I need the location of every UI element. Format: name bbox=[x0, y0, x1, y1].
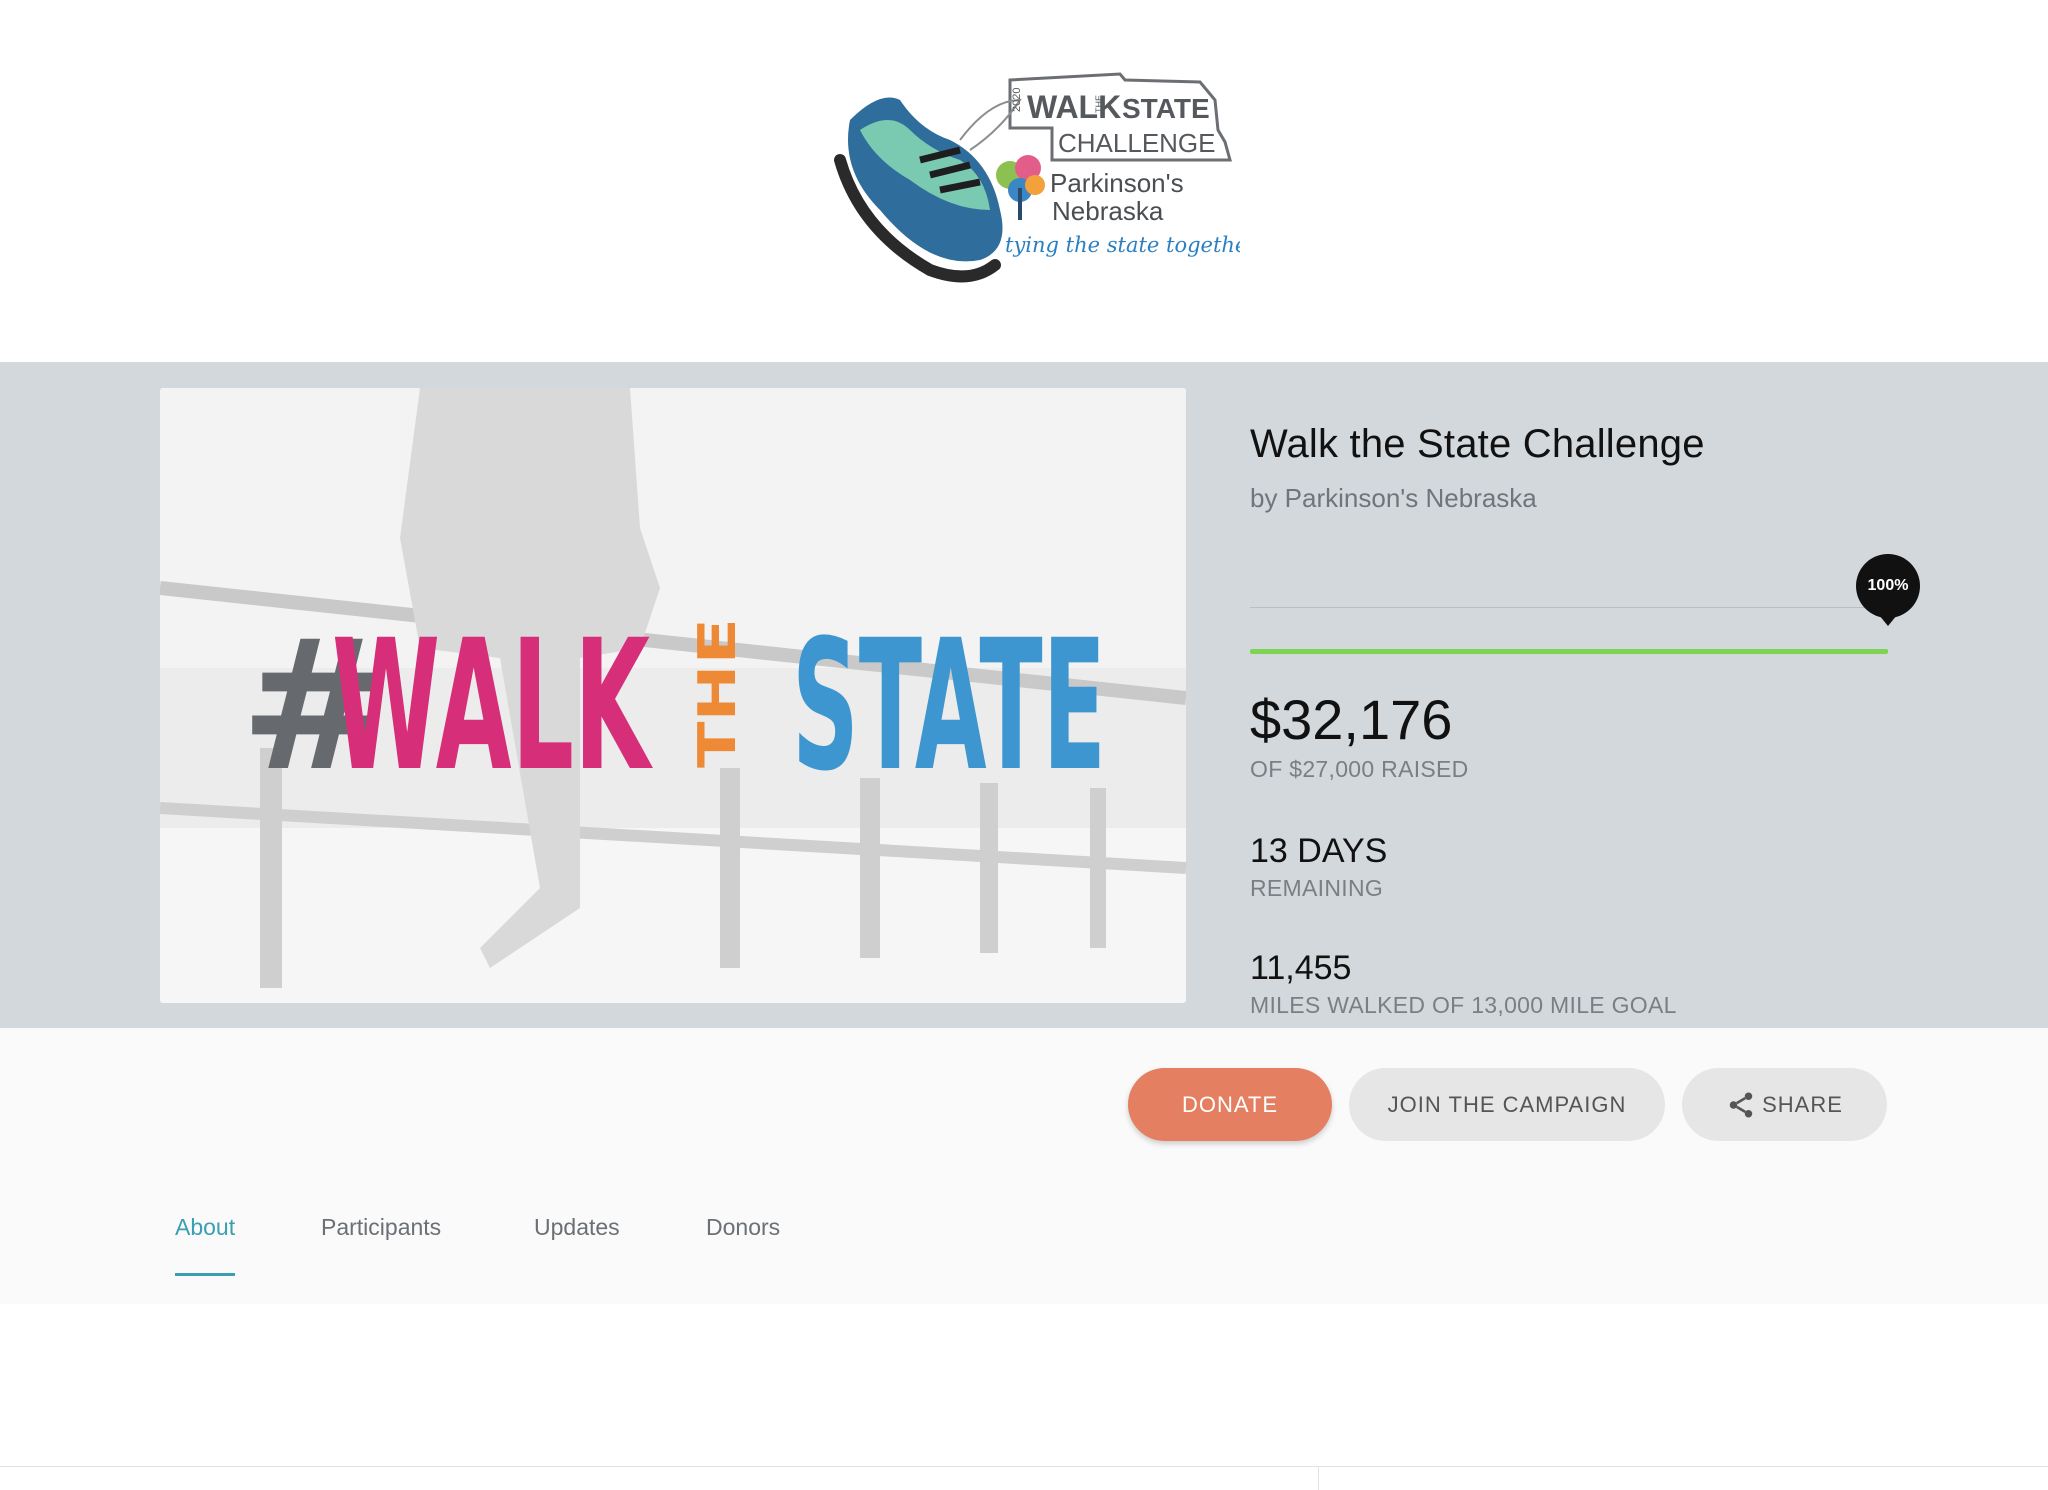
svg-text:Parkinson's: Parkinson's bbox=[1050, 168, 1184, 198]
campaign-hero: # WALK THE STATE Walk the State Challeng… bbox=[0, 362, 2048, 1028]
svg-text:CHALLENGE: CHALLENGE bbox=[1058, 128, 1216, 158]
campaign-info: Walk the State Challenge by Parkinson's … bbox=[1250, 422, 1920, 1018]
svg-text:Nebraska: Nebraska bbox=[1052, 196, 1164, 226]
svg-text:THE: THE bbox=[1094, 95, 1104, 113]
campaign-banner-image: # WALK THE STATE bbox=[160, 388, 1186, 1003]
page-header: 2020 WALK THE STATE CHALLENGE Parkinson'… bbox=[0, 0, 2048, 362]
tab-about[interactable]: About bbox=[175, 1214, 236, 1276]
svg-text:tying the state together: tying the state together bbox=[1005, 233, 1240, 257]
action-bar: DONATE JOIN THE CAMPAIGN SHARE About Par… bbox=[0, 1028, 2048, 1490]
miles-label: MILES WALKED OF 13,000 MILE GOAL bbox=[1250, 992, 1677, 1018]
tabs-divider bbox=[0, 1466, 2048, 1467]
tab-donors[interactable]: Donors bbox=[706, 1214, 780, 1273]
fundraising-progress: 100% bbox=[1250, 554, 1920, 654]
days-label: REMAINING bbox=[1250, 875, 1384, 901]
walk-the-state-logo[interactable]: 2020 WALK THE STATE CHALLENGE Parkinson'… bbox=[820, 60, 1240, 300]
progress-percent-badge: 100% bbox=[1856, 554, 1920, 618]
parkinsons-tree-icon bbox=[996, 155, 1045, 220]
svg-text:WALK: WALK bbox=[1027, 89, 1121, 125]
tab-participants[interactable]: Participants bbox=[321, 1214, 441, 1273]
raised-label: OF $27,000 RAISED bbox=[1250, 756, 1469, 782]
share-icon bbox=[1729, 1092, 1753, 1117]
raised-stat: $32,176 OF $27,000 RAISED bbox=[1250, 687, 1469, 783]
shoe-icon bbox=[834, 97, 1022, 283]
progress-fill bbox=[1250, 649, 1888, 654]
miles-value: 11,455 bbox=[1250, 949, 1352, 987]
content-column-divider bbox=[1318, 1466, 1319, 1490]
logo-graphic: 2020 WALK THE STATE CHALLENGE Parkinson'… bbox=[834, 72, 1240, 283]
svg-text:WALK: WALK bbox=[332, 602, 653, 811]
svg-text:2020: 2020 bbox=[1011, 88, 1023, 112]
share-label: SHARE bbox=[1762, 1091, 1843, 1117]
tab-updates[interactable]: Updates bbox=[534, 1214, 620, 1273]
donate-button[interactable]: DONATE bbox=[1128, 1068, 1332, 1141]
days-value: 13 DAYS bbox=[1250, 832, 1388, 870]
join-campaign-button[interactable]: JOIN THE CAMPAIGN bbox=[1349, 1068, 1665, 1141]
miles-walked-stat: 11,455 MILES WALKED OF 13,000 MILE GOAL bbox=[1250, 949, 1677, 1019]
raised-amount: $32,176 bbox=[1250, 688, 1453, 751]
walk-the-state-banner: # WALK THE STATE bbox=[160, 388, 1186, 1003]
campaign-organizer: by Parkinson's Nebraska bbox=[1250, 483, 1537, 513]
svg-text:THE: THE bbox=[688, 618, 748, 768]
share-button[interactable]: SHARE bbox=[1682, 1068, 1887, 1141]
svg-text:STATE: STATE bbox=[792, 602, 1106, 811]
campaign-title: Walk the State Challenge bbox=[1250, 422, 1705, 466]
progress-track bbox=[1250, 607, 1888, 608]
days-remaining-stat: 13 DAYS REMAINING bbox=[1250, 832, 1387, 902]
campaign-tabs: About Participants Updates Donors bbox=[0, 1214, 2048, 1490]
svg-text:STATE: STATE bbox=[1122, 93, 1210, 124]
